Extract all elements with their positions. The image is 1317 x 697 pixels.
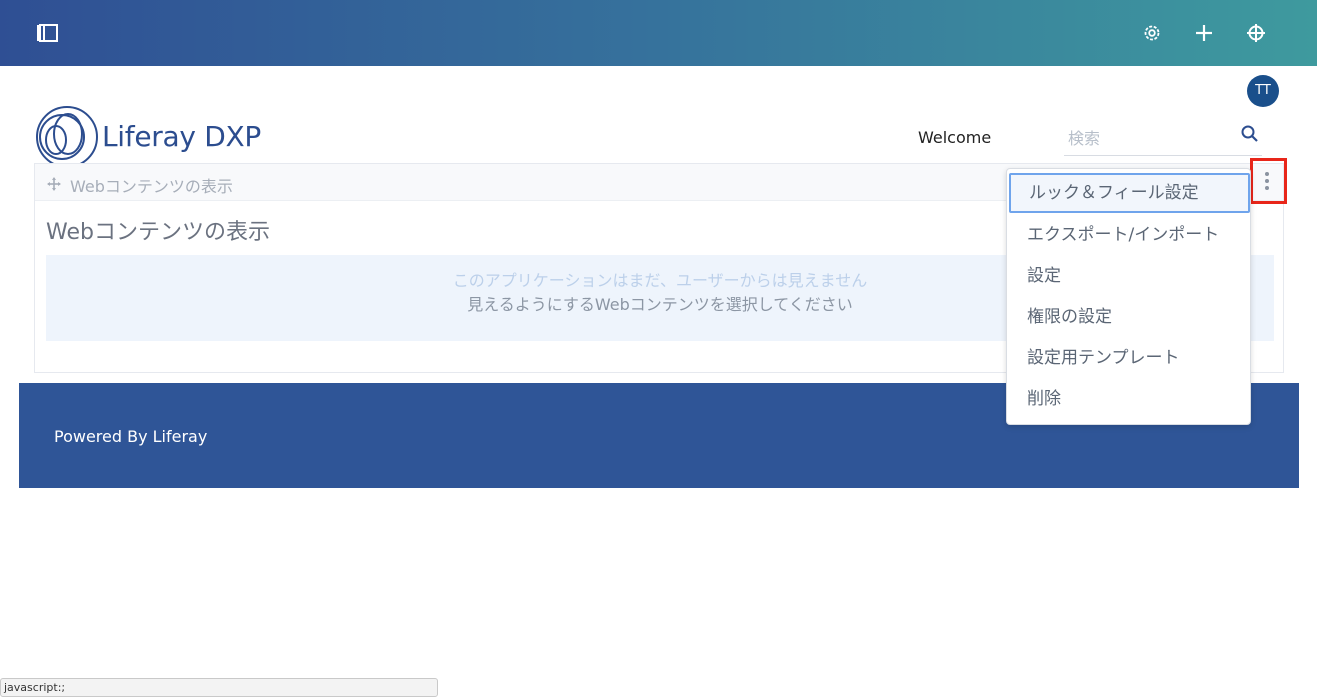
portlet-options-menu: ルック＆フィール設定 エクスポート/インポート 設定 権限の設定 設定用テンプレ… [1006,168,1251,425]
menu-item-permissions[interactable]: 権限の設定 [1007,297,1250,337]
search-bar [1064,120,1262,156]
simulation-icon[interactable] [1245,22,1267,44]
gear-icon[interactable] [1141,22,1163,44]
portlet-title: Webコンテンツの表示 [46,220,270,245]
portlet-options-kebab-icon[interactable] [1256,168,1278,194]
drag-handle-icon[interactable] [47,176,61,191]
site-logo[interactable]: Liferay DXP [32,104,272,170]
browser-status-bar: javascript:; [0,678,438,697]
menu-item-look-and-feel[interactable]: ルック＆フィール設定 [1009,173,1250,213]
menu-item-configuration-templates[interactable]: 設定用テンプレート [1007,338,1250,378]
control-menu-bar [0,0,1317,66]
liferay-logo-icon [36,106,98,168]
plus-icon[interactable] [1193,22,1215,44]
nav-welcome-link[interactable]: Welcome [918,128,991,147]
sidebar-panel-icon[interactable] [37,22,59,44]
portlet-topper-title: Webコンテンツの表示 [70,177,233,196]
user-avatar[interactable]: TT [1247,75,1279,107]
menu-item-remove[interactable]: 削除 [1007,379,1250,419]
menu-item-export-import[interactable]: エクスポート/インポート [1007,215,1250,255]
search-input[interactable] [1068,126,1228,150]
site-name: Liferay DXP [102,120,261,153]
menu-item-configuration[interactable]: 設定 [1007,256,1250,296]
search-icon[interactable] [1240,124,1260,144]
footer-text: Powered By Liferay [54,427,208,446]
